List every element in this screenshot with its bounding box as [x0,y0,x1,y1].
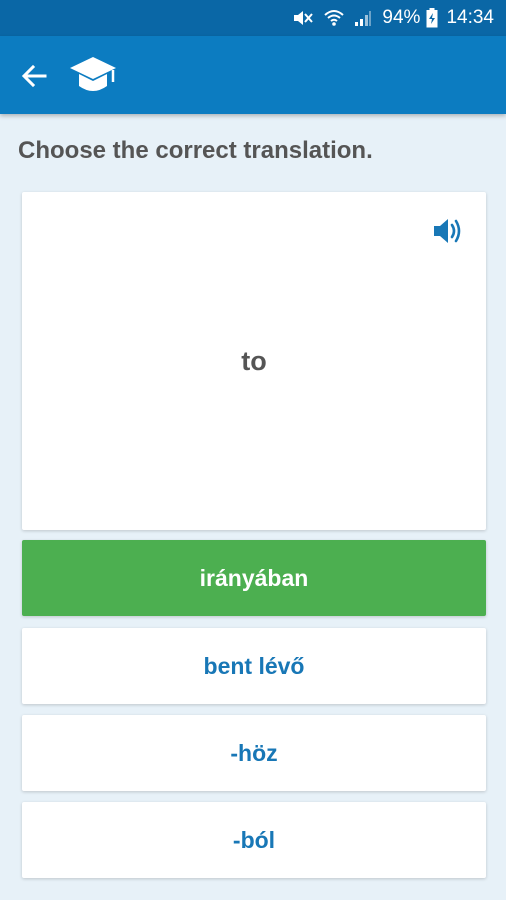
graduation-cap-icon [68,54,118,96]
mute-icon [292,8,314,28]
wifi-icon [324,8,345,28]
answer-option[interactable]: -ból [22,802,486,878]
app-bar [0,36,506,114]
status-bar: 94% 14:34 [0,0,506,36]
answer-option[interactable]: bent lévő [22,628,486,704]
word-card: to [22,192,486,530]
speaker-icon[interactable] [432,216,464,246]
battery-charging-icon [426,8,438,28]
prompt-text: Choose the correct translation. [18,137,373,164]
clock: 14:34 [446,7,494,28]
question-word: to [241,345,267,376]
signal-icon [354,9,372,27]
answer-option-correct[interactable]: irányában [22,540,486,616]
battery-percent: 94% [382,7,421,28]
answer-option[interactable]: -höz [22,715,486,791]
back-arrow-icon[interactable] [14,56,54,96]
